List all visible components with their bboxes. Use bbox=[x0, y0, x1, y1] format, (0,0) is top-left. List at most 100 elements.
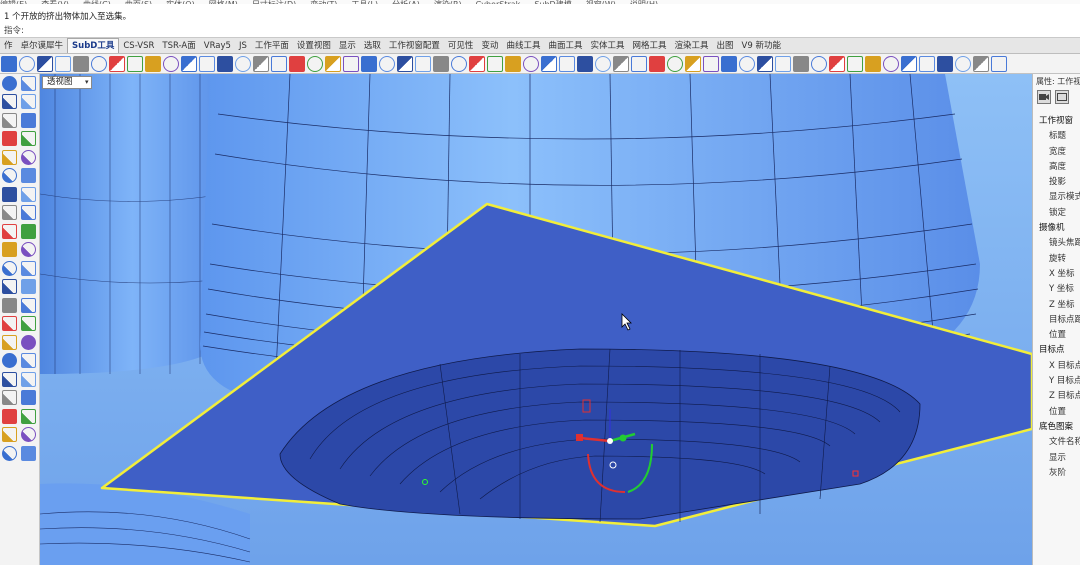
toolbar-tab[interactable]: 作 bbox=[0, 39, 17, 53]
tool-button-icon[interactable] bbox=[991, 56, 1007, 72]
tool-button-icon[interactable] bbox=[973, 56, 989, 72]
toolbox-tool-icon[interactable] bbox=[21, 279, 36, 295]
viewport-icon[interactable] bbox=[1055, 90, 1069, 104]
tool-button-icon[interactable] bbox=[127, 56, 143, 72]
toolbox-tool-icon[interactable] bbox=[21, 427, 36, 443]
tool-button-icon[interactable] bbox=[901, 56, 917, 72]
toolbox-tool-icon[interactable] bbox=[21, 316, 36, 332]
tool-button-icon[interactable] bbox=[919, 56, 935, 72]
left-cylinder-mesh[interactable] bbox=[40, 74, 226, 374]
tool-button-icon[interactable] bbox=[631, 56, 647, 72]
tool-button-icon[interactable] bbox=[145, 56, 161, 72]
toolbox-tool-icon[interactable] bbox=[2, 75, 17, 91]
tool-button-icon[interactable] bbox=[55, 56, 71, 72]
tool-button-icon[interactable] bbox=[613, 56, 629, 72]
tool-button-icon[interactable] bbox=[757, 56, 773, 72]
viewport-scene[interactable] bbox=[40, 74, 1032, 565]
tool-button-icon[interactable] bbox=[289, 56, 305, 72]
toolbar-tab[interactable]: 渲染工具 bbox=[671, 39, 713, 53]
toolbar-tab[interactable]: SubD工具 bbox=[67, 38, 120, 53]
tool-button-icon[interactable] bbox=[487, 56, 503, 72]
toolbox-tool-icon[interactable] bbox=[21, 260, 36, 276]
toolbox-tool-icon[interactable] bbox=[2, 316, 17, 332]
toolbox-tool-icon[interactable] bbox=[2, 242, 17, 258]
toolbox-tool-icon[interactable] bbox=[21, 242, 36, 258]
tool-button-icon[interactable] bbox=[883, 56, 899, 72]
tool-button-icon[interactable] bbox=[253, 56, 269, 72]
toolbox-tool-icon[interactable] bbox=[2, 186, 17, 202]
toolbox-tool-icon[interactable] bbox=[21, 390, 36, 406]
tool-button-icon[interactable] bbox=[721, 56, 737, 72]
toolbox-tool-icon[interactable] bbox=[2, 390, 17, 406]
toolbox-tool-icon[interactable] bbox=[2, 94, 17, 110]
toolbox-tool-icon[interactable] bbox=[21, 223, 36, 239]
tool-button-icon[interactable] bbox=[73, 56, 89, 72]
tool-button-icon[interactable] bbox=[397, 56, 413, 72]
properties-section-header[interactable]: 工作视窗 bbox=[1033, 114, 1080, 129]
toolbox-tool-icon[interactable] bbox=[2, 223, 17, 239]
toolbar-tab[interactable]: 变动 bbox=[477, 39, 502, 53]
tool-button-icon[interactable] bbox=[847, 56, 863, 72]
tool-button-icon[interactable] bbox=[523, 56, 539, 72]
toolbox-tool-icon[interactable] bbox=[21, 205, 36, 221]
tool-button-icon[interactable] bbox=[775, 56, 791, 72]
toolbox-tool-icon[interactable] bbox=[2, 353, 17, 369]
toolbar-tab[interactable]: 出图 bbox=[713, 39, 738, 53]
toolbox-tool-icon[interactable] bbox=[2, 445, 17, 461]
tool-button-icon[interactable] bbox=[19, 56, 35, 72]
tool-button-icon[interactable] bbox=[793, 56, 809, 72]
toolbox-tool-icon[interactable] bbox=[2, 149, 17, 165]
tool-button-icon[interactable] bbox=[937, 56, 953, 72]
toolbar-tab[interactable]: V9 新功能 bbox=[738, 39, 785, 53]
toolbar-tab[interactable]: 工作视窗配置 bbox=[385, 39, 444, 53]
toolbox-tool-icon[interactable] bbox=[2, 260, 17, 276]
toolbar-tab[interactable]: 显示 bbox=[335, 39, 360, 53]
tool-button-icon[interactable] bbox=[829, 56, 845, 72]
toolbox-tool-icon[interactable] bbox=[2, 168, 17, 184]
tool-button-icon[interactable] bbox=[739, 56, 755, 72]
tool-button-icon[interactable] bbox=[343, 56, 359, 72]
tool-button-icon[interactable] bbox=[307, 56, 323, 72]
toolbar-tab[interactable]: 可见性 bbox=[444, 39, 478, 53]
chevron-down-icon[interactable]: ▾ bbox=[85, 77, 89, 88]
tool-button-icon[interactable] bbox=[235, 56, 251, 72]
toolbox-tool-icon[interactable] bbox=[21, 353, 36, 369]
toolbox-tool-icon[interactable] bbox=[21, 94, 36, 110]
tool-button-icon[interactable] bbox=[37, 56, 53, 72]
tool-button-icon[interactable] bbox=[577, 56, 593, 72]
toolbox-tool-icon[interactable] bbox=[21, 445, 36, 461]
toolbox-tool-icon[interactable] bbox=[21, 334, 36, 350]
toolbox-tool-icon[interactable] bbox=[2, 297, 17, 313]
toolbox-tool-icon[interactable] bbox=[2, 205, 17, 221]
toolbar-tab[interactable]: 曲线工具 bbox=[502, 39, 544, 53]
perspective-viewport[interactable]: 透视图 ▾ bbox=[40, 74, 1032, 565]
toolbox-tool-icon[interactable] bbox=[2, 371, 17, 387]
tool-button-icon[interactable] bbox=[955, 56, 971, 72]
toolbox-tool-icon[interactable] bbox=[2, 279, 17, 295]
tool-button-icon[interactable] bbox=[271, 56, 287, 72]
toolbox-tool-icon[interactable] bbox=[21, 297, 36, 313]
tool-button-icon[interactable] bbox=[1, 56, 17, 72]
tool-button-icon[interactable] bbox=[541, 56, 557, 72]
tool-button-icon[interactable] bbox=[415, 56, 431, 72]
toolbar-tab[interactable]: 工作平面 bbox=[251, 39, 293, 53]
toolbar-tab[interactable]: 曲面工具 bbox=[544, 39, 586, 53]
tool-button-icon[interactable] bbox=[685, 56, 701, 72]
toolbox-tool-icon[interactable] bbox=[21, 408, 36, 424]
toolbox-tool-icon[interactable] bbox=[21, 168, 36, 184]
toolbox-tool-icon[interactable] bbox=[2, 408, 17, 424]
tool-button-icon[interactable] bbox=[865, 56, 881, 72]
toolbox-tool-icon[interactable] bbox=[21, 75, 36, 91]
toolbar-tab[interactable]: TSR-A面 bbox=[158, 39, 199, 53]
tool-button-icon[interactable] bbox=[469, 56, 485, 72]
properties-section-header[interactable]: 底色图案 bbox=[1033, 420, 1080, 435]
tool-button-icon[interactable] bbox=[181, 56, 197, 72]
tool-button-icon[interactable] bbox=[163, 56, 179, 72]
toolbox-tool-icon[interactable] bbox=[2, 427, 17, 443]
viewport-title-tab[interactable]: 透视图 ▾ bbox=[42, 76, 92, 89]
tool-button-icon[interactable] bbox=[703, 56, 719, 72]
properties-section-header[interactable]: 目标点 bbox=[1033, 343, 1080, 358]
toolbox-tool-icon[interactable] bbox=[21, 186, 36, 202]
toolbar-tab[interactable]: JS bbox=[235, 39, 251, 53]
toolbox-tool-icon[interactable] bbox=[21, 371, 36, 387]
